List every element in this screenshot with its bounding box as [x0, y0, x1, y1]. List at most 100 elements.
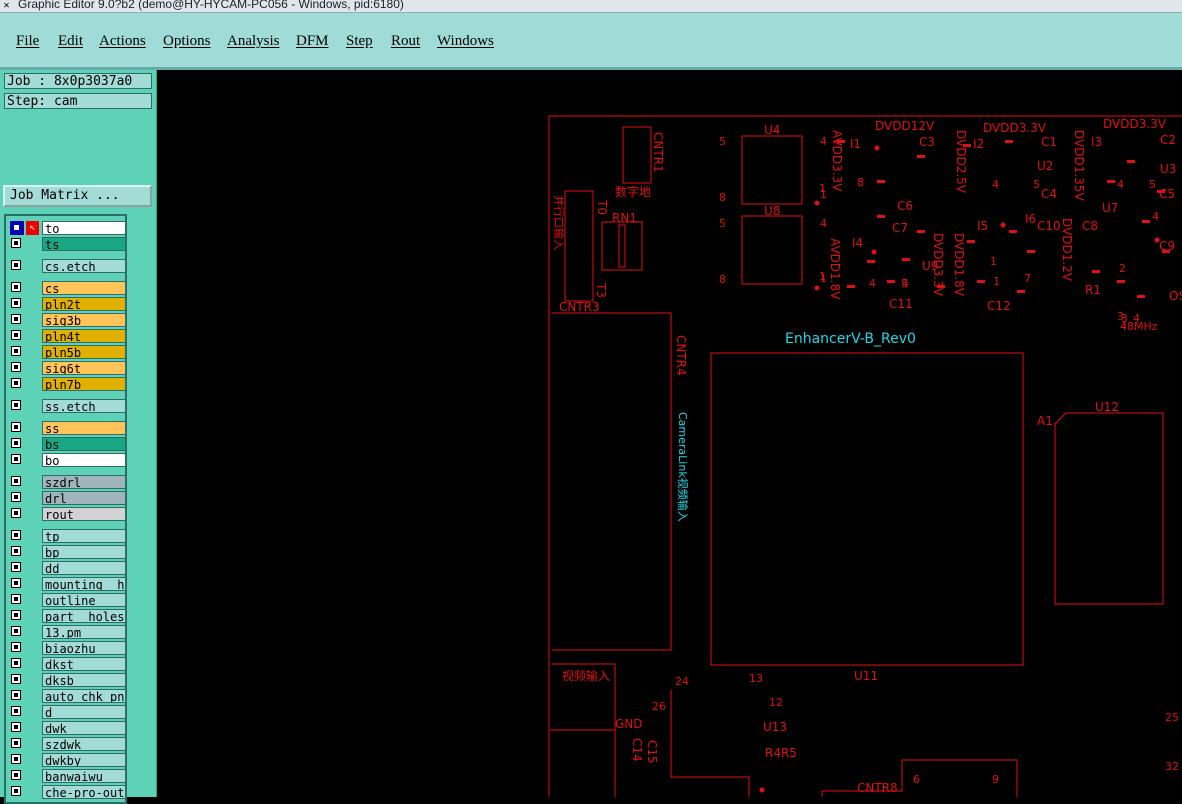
layer-row-dd[interactable]: dd — [8, 561, 128, 575]
layer-checkbox[interactable] — [11, 508, 21, 518]
layer-row-pln4t[interactable]: pln4t — [8, 329, 128, 343]
layer-name[interactable]: drl — [42, 491, 126, 505]
layer-checkbox[interactable] — [11, 298, 21, 308]
layer-row-sig6t[interactable]: sig6t — [8, 361, 128, 375]
layer-name[interactable]: dkst — [42, 657, 126, 671]
menu-windows[interactable]: Windows — [437, 33, 494, 50]
active-layer-marker-icon[interactable] — [10, 221, 24, 235]
layer-row-sig3b[interactable]: sig3b — [8, 313, 128, 327]
layer-name[interactable]: pln4t — [42, 329, 126, 343]
layer-name[interactable]: sig6t — [42, 361, 126, 375]
layer-name[interactable]: 13.pm — [42, 625, 126, 639]
menu-actions[interactable]: Actions — [99, 33, 146, 50]
layer-checkbox[interactable] — [11, 330, 21, 340]
layer-checkbox[interactable] — [11, 594, 21, 604]
layer-name[interactable]: biaozhu — [42, 641, 126, 655]
layer-checkbox[interactable] — [11, 314, 21, 324]
layer-name[interactable]: mounting__ho — [42, 577, 126, 591]
layer-checkbox[interactable] — [11, 770, 21, 780]
layer-name[interactable]: d — [42, 705, 126, 719]
layer-checkbox[interactable] — [11, 642, 21, 652]
layer-checkbox[interactable] — [11, 578, 21, 588]
layer-name[interactable]: bp — [42, 545, 126, 559]
layer-checkbox[interactable] — [11, 674, 21, 684]
layer-name[interactable]: tp — [42, 529, 126, 543]
layer-row-pln7b[interactable]: pln7b — [8, 377, 128, 391]
layer-name[interactable]: rout — [42, 507, 126, 521]
layer-row-dksb[interactable]: dksb — [8, 673, 128, 687]
layer-row-szdwk[interactable]: szdwk — [8, 737, 128, 751]
layer-name[interactable]: outline — [42, 593, 126, 607]
layer-row-bp[interactable]: bp — [8, 545, 128, 559]
menu-rout[interactable]: Rout — [391, 33, 420, 50]
layer-row-ts[interactable]: ts — [8, 237, 128, 251]
layer-name[interactable]: auto_chk_pnl — [42, 689, 126, 703]
layer-checkbox[interactable] — [11, 786, 21, 796]
layer-row-part__holes[interactable]: part__holes — [8, 609, 128, 623]
layer-checkbox[interactable] — [11, 362, 21, 372]
layer-name[interactable]: to — [42, 221, 126, 235]
menu-edit[interactable]: Edit — [58, 33, 83, 50]
layer-checkbox[interactable] — [11, 754, 21, 764]
layer-name[interactable]: dwkby — [42, 753, 126, 767]
layer-row-d[interactable]: d — [8, 705, 128, 719]
layer-checkbox[interactable] — [11, 626, 21, 636]
layer-name[interactable]: banwaiwu — [42, 769, 126, 783]
layer-name[interactable]: cs — [42, 281, 126, 295]
layer-name[interactable]: ts — [42, 237, 126, 251]
layer-row-szdrl[interactable]: szdrl — [8, 475, 128, 489]
layer-name[interactable]: pln2t — [42, 297, 126, 311]
layer-row-banwaiwu[interactable]: banwaiwu — [8, 769, 128, 783]
layer-checkbox[interactable] — [11, 546, 21, 556]
app-close-icon[interactable]: ✕ — [1, 0, 12, 11]
layer-checkbox[interactable] — [11, 530, 21, 540]
layer-name[interactable]: sig3b — [42, 313, 126, 327]
menu-step[interactable]: Step — [346, 33, 373, 50]
layer-row-dwkby[interactable]: dwkby — [8, 753, 128, 767]
layer-name[interactable]: dksb — [42, 673, 126, 687]
job-matrix-button[interactable]: Job Matrix ... — [3, 185, 152, 207]
layer-row-dkst[interactable]: dkst — [8, 657, 128, 671]
menu-analysis[interactable]: Analysis — [227, 33, 280, 50]
layer-row-cs[interactable]: cs — [8, 281, 128, 295]
layer-row-dwk[interactable]: dwk — [8, 721, 128, 735]
graphics-canvas[interactable]: U4 U8 U2 U3 U7 U9 U11 U12 U13 RN1 CNTR1 CNTR3 CNTR4 C… — [157, 70, 1182, 797]
layer-checkbox[interactable] — [11, 346, 21, 356]
layer-name[interactable]: bs — [42, 437, 126, 451]
layer-row-tp[interactable]: tp — [8, 529, 128, 543]
layer-checkbox[interactable] — [11, 738, 21, 748]
layer-row-auto_chk_pnl[interactable]: auto_chk_pnl — [8, 689, 128, 703]
layer-row-rout[interactable]: rout — [8, 507, 128, 521]
layer-row-bs[interactable]: bs — [8, 437, 128, 451]
layer-row-outline[interactable]: outline — [8, 593, 128, 607]
layer-checkbox[interactable] — [11, 690, 21, 700]
layer-name[interactable]: ss.etch — [42, 399, 126, 413]
menu-file[interactable]: File — [16, 33, 39, 50]
layer-name[interactable]: szdrl — [42, 475, 126, 489]
layer-checkbox[interactable] — [11, 422, 21, 432]
layer-row-bo[interactable]: bo — [8, 453, 128, 467]
layer-row-ss.etch[interactable]: ss.etch — [8, 399, 128, 413]
layer-row-to[interactable]: ↖ to — [8, 221, 128, 235]
layer-checkbox[interactable] — [11, 476, 21, 486]
layer-name[interactable]: pln5b — [42, 345, 126, 359]
layer-row-13.pm[interactable]: 13.pm — [8, 625, 128, 639]
layer-checkbox[interactable] — [11, 492, 21, 502]
layer-checkbox[interactable] — [11, 438, 21, 448]
layer-checkbox[interactable] — [11, 454, 21, 464]
layer-row-drl[interactable]: drl — [8, 491, 128, 505]
layer-name[interactable]: dwk — [42, 721, 126, 735]
layer-checkbox[interactable] — [11, 658, 21, 668]
layer-name[interactable]: bo — [42, 453, 126, 467]
layer-name[interactable]: cs.etch — [42, 259, 126, 273]
layer-pointer-icon[interactable]: ↖ — [26, 221, 39, 235]
layer-row-pln2t[interactable]: pln2t — [8, 297, 128, 311]
layer-checkbox[interactable] — [11, 400, 21, 410]
pcb-drawing[interactable]: U4U8U2 U3U7U9U11U12U13RN1CNTR1CNTR3CNTR4C… — [157, 70, 1182, 797]
layer-name[interactable]: part__holes — [42, 609, 126, 623]
layer-checkbox[interactable] — [11, 706, 21, 716]
layer-checkbox[interactable] — [11, 610, 21, 620]
menu-options[interactable]: Options — [163, 33, 211, 50]
layer-checkbox[interactable] — [11, 562, 21, 572]
menu-dfm[interactable]: DFM — [296, 33, 329, 50]
